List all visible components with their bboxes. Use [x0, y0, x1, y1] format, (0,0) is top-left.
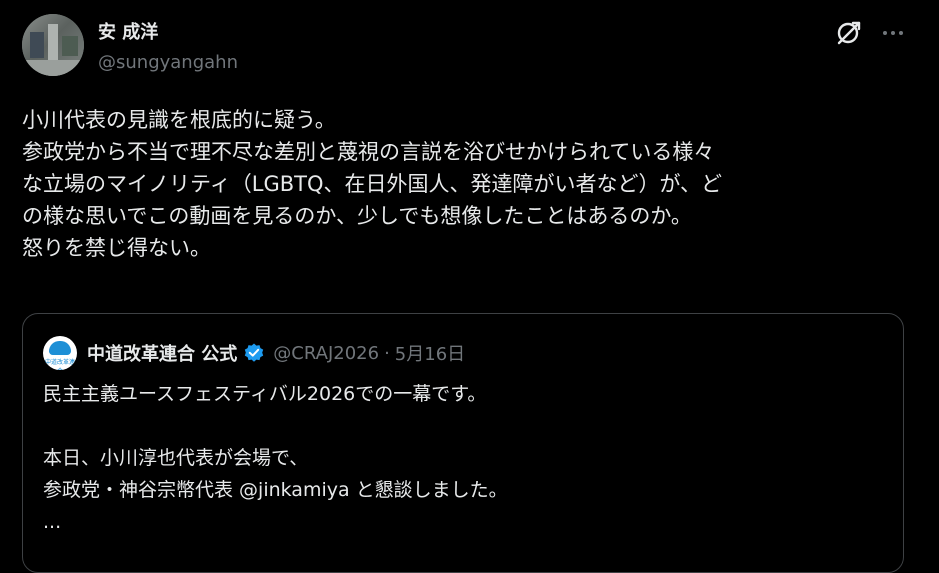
dot-separator: · [384, 342, 390, 364]
verified-badge-icon [243, 342, 265, 364]
tweet-text-line: 参政党から不当で理不尽な差別と蔑視の言説を浴びせかけられている様々 [22, 140, 715, 164]
quoted-display-name[interactable]: 中道改革連合 公式 [87, 340, 237, 366]
quoted-text-line [43, 410, 883, 442]
quoted-text: 民主主義ユースフェスティバル2026での一幕です。 本日、小川淳也代表が会場で、… [43, 378, 883, 538]
tweet-text: 小川代表の見識を根底的に疑う。 参政党から不当で理不尽な差別と蔑視の言説を浴びせ… [22, 104, 912, 264]
tweet-text-line: な立場のマイノリティ（LGBTQ、在日外国人、発達障がい者など）が、ど [22, 172, 723, 196]
party-logo-icon [49, 341, 71, 355]
quoted-date[interactable]: 5月16日 [395, 340, 465, 366]
tweet-text-line: 怒りを禁じ得ない。 [22, 236, 211, 260]
quoted-handle[interactable]: @CRAJ2026 [273, 343, 379, 364]
quoted-header: 中道改革連合 公式 @CRAJ2026 · 5月16日 [87, 340, 465, 366]
quoted-text-line: 民主主義ユースフェスティバル2026での一幕です。 [43, 383, 487, 405]
quoted-avatar[interactable]: 中道改革連合 [43, 336, 77, 370]
tweet-text-line: の様な思いでこの動画を見るのか、少しでも想像したことはあるのか。 [22, 204, 692, 228]
quoted-text-line: 参政党・神谷宗幣代表 @jinkamiya と懇談しました。 [43, 479, 508, 501]
quoted-text-line: ... [43, 511, 62, 533]
author-handle[interactable]: @sungyangahn [98, 52, 238, 73]
author-display-name[interactable]: 安 成洋 [98, 18, 158, 44]
tweet-card[interactable]: 安 成洋 @sungyangahn 小川代表の見識を根底的に疑う。 参政党から不… [0, 0, 939, 573]
quoted-tweet[interactable]: 中道改革連合 中道改革連合 公式 @CRAJ2026 · 5月16日 民主主義ユ… [22, 313, 904, 573]
author-avatar[interactable] [22, 14, 84, 76]
quoted-text-line: 本日、小川淳也代表が会場で、 [43, 447, 309, 469]
grok-icon[interactable] [834, 18, 864, 48]
more-icon[interactable] [878, 18, 908, 48]
tweet-text-line: 小川代表の見識を根底的に疑う。 [22, 108, 336, 132]
party-logo-text: 中道改革連合 [44, 359, 75, 370]
